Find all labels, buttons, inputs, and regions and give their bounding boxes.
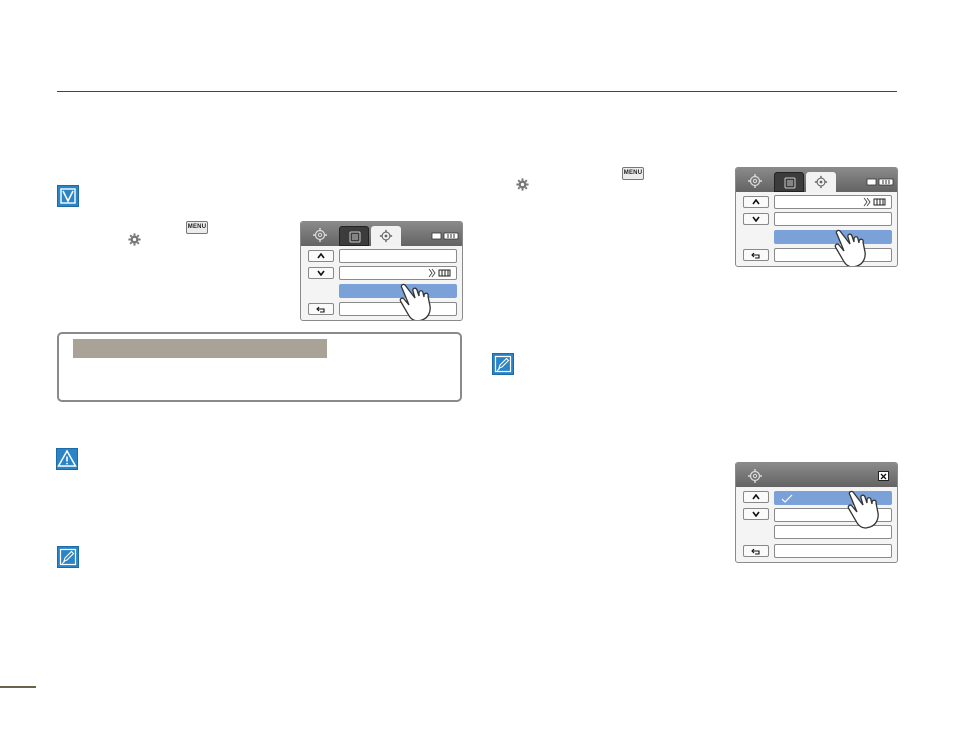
touch-hand-icon <box>834 229 866 266</box>
note-pencil-icon <box>57 546 79 568</box>
chevron-up-icon <box>317 253 325 259</box>
submenu-arrow-icon <box>863 197 886 207</box>
menu-row[interactable] <box>339 249 457 263</box>
close-button[interactable] <box>878 471 889 481</box>
gear-icon <box>128 233 141 246</box>
settings-gear-icon <box>748 469 762 483</box>
menu-row[interactable] <box>774 195 892 209</box>
tab-settings[interactable] <box>806 172 836 192</box>
submenu-arrow-icon <box>428 268 451 278</box>
menu-key-icon: MENU <box>186 221 208 234</box>
tab-playback-menu[interactable] <box>339 226 369 246</box>
note-pencil-icon <box>492 353 514 375</box>
close-icon <box>880 473 887 479</box>
scroll-up-button[interactable] <box>308 250 334 262</box>
settings-gear-icon <box>748 174 762 188</box>
battery-status-icon <box>431 232 459 240</box>
gear-icon <box>516 178 529 191</box>
menu-list-icon <box>784 177 796 189</box>
menu-key-icon: MENU <box>622 167 644 180</box>
scroll-up-button[interactable] <box>743 196 769 208</box>
scroll-down-button[interactable] <box>743 508 769 520</box>
camcorder-menu-screen-2 <box>735 167 898 267</box>
gear-icon <box>379 229 393 243</box>
menu-list-icon <box>349 231 361 243</box>
warning-triangle-icon <box>56 448 78 470</box>
camcorder-submenu-screen <box>735 462 898 563</box>
menu-row[interactable] <box>339 266 457 280</box>
info-box-heading-bar <box>73 339 327 358</box>
gear-icon <box>814 175 828 189</box>
check-box-icon <box>57 185 79 207</box>
tab-settings[interactable] <box>371 226 401 246</box>
scroll-down-button[interactable] <box>308 267 334 279</box>
menu-row[interactable] <box>774 212 892 226</box>
chevron-down-icon <box>317 270 325 276</box>
touch-hand-icon <box>847 490 879 529</box>
back-button[interactable] <box>743 249 769 261</box>
option-row[interactable] <box>774 544 892 558</box>
return-arrow-icon <box>316 306 325 313</box>
back-button[interactable] <box>308 303 334 315</box>
footer-page-marker <box>0 686 36 688</box>
chevron-up-icon <box>752 199 760 205</box>
scroll-up-button[interactable] <box>743 491 769 503</box>
camcorder-menu-screen-1 <box>300 221 463 321</box>
chevron-down-icon <box>752 216 760 222</box>
settings-gear-icon <box>313 228 327 242</box>
checkmark-icon <box>781 494 793 503</box>
back-button[interactable] <box>743 545 769 557</box>
return-arrow-icon <box>751 548 760 555</box>
scroll-down-button[interactable] <box>743 213 769 225</box>
battery-status-icon <box>866 178 894 186</box>
tab-playback-menu[interactable] <box>774 172 804 192</box>
header-divider <box>57 91 897 92</box>
chevron-up-icon <box>752 494 760 500</box>
return-arrow-icon <box>751 252 760 259</box>
chevron-down-icon <box>752 511 760 517</box>
touch-hand-icon <box>399 283 431 320</box>
